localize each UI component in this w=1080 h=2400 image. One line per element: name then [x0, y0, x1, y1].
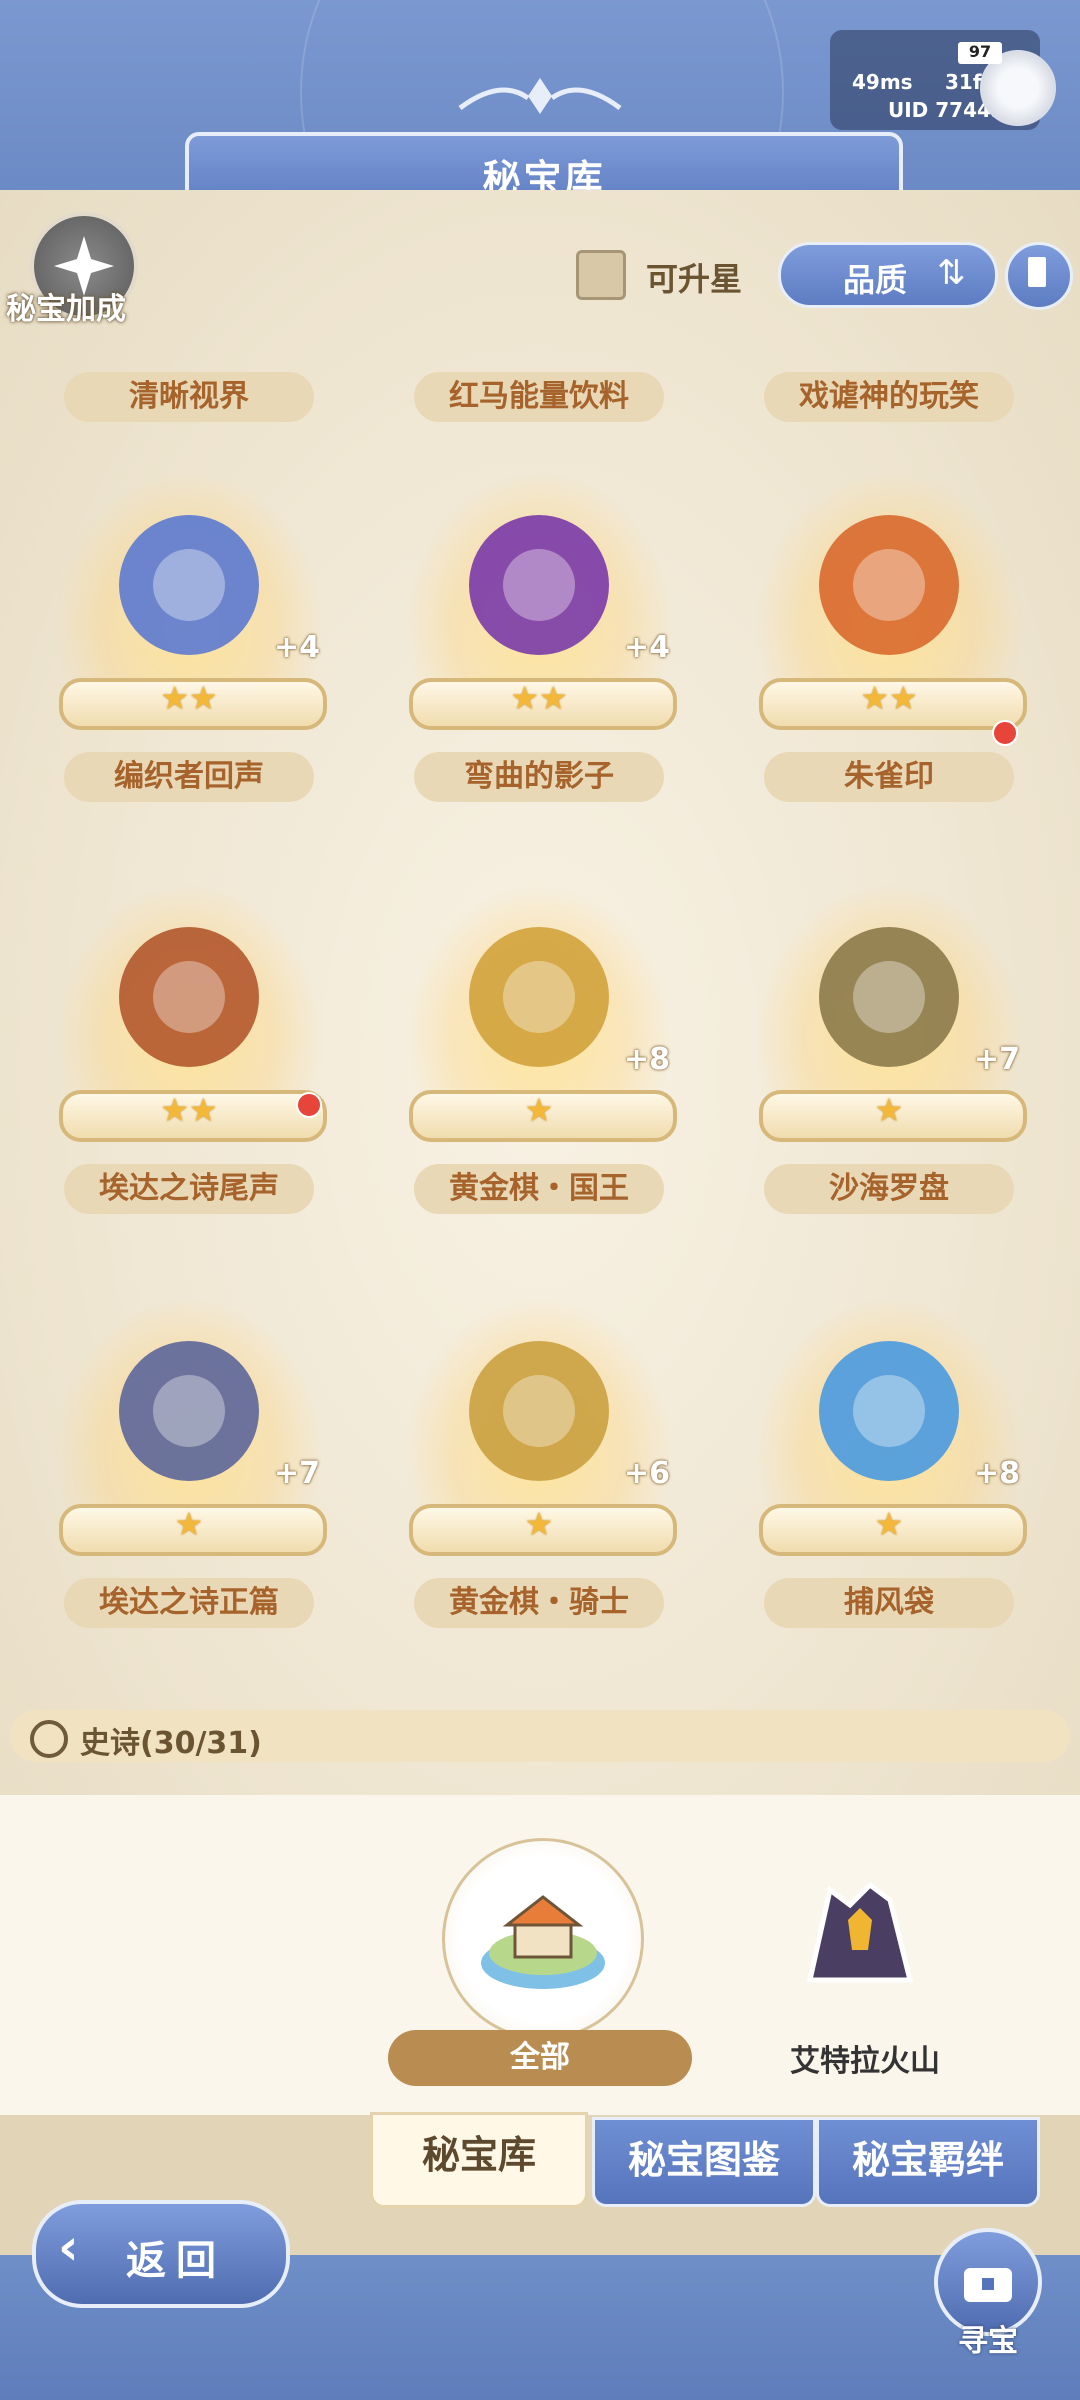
treasure-art-icon: [469, 515, 609, 655]
treasure-art-icon: [119, 515, 259, 655]
sort-quality-button[interactable]: 品质 ⇅: [778, 242, 998, 308]
treasure-art-icon: [119, 1341, 259, 1481]
upgradable-label: 可升星: [646, 260, 743, 298]
star-rating: ★★: [860, 679, 918, 717]
item-name: 黄金棋・骑士: [414, 1578, 664, 1628]
star-rating: ★: [874, 1505, 904, 1543]
treasure-art-icon: [469, 927, 609, 1067]
item-name: 黄金棋・国王: [414, 1164, 664, 1214]
treasure-art-icon: [119, 927, 259, 1067]
tab-vault[interactable]: 秘宝库: [370, 2112, 588, 2208]
tab-codex[interactable]: 秘宝图鉴: [592, 2117, 816, 2207]
crown-ornament-icon: [458, 78, 622, 114]
treasure-art-icon: [469, 1341, 609, 1481]
swirl-icon: [30, 1720, 68, 1758]
notification-dot: [992, 720, 1018, 746]
treasure-art-icon: [819, 515, 959, 655]
volcano-region-button[interactable]: [790, 1860, 930, 2000]
codex-book-button[interactable]: [1005, 242, 1073, 310]
region-volcano-label: 艾特拉火山: [790, 2044, 940, 2079]
level-badge: +6: [623, 1456, 670, 1491]
sort-label: 品质: [843, 261, 908, 299]
treasure-art-icon: [819, 1341, 959, 1481]
star-rating: ★: [874, 1091, 904, 1129]
level-badge: +7: [273, 1456, 320, 1491]
vault-bonus-label: 秘宝加成: [6, 292, 126, 327]
epic-section-header: 史诗(30/31): [10, 1710, 1070, 1762]
tab-bond[interactable]: 秘宝羁绊: [816, 2117, 1040, 2207]
star-rating: ★★: [510, 679, 568, 717]
item-name: 沙海罗盘: [764, 1164, 1014, 1214]
level-badge: +8: [973, 1456, 1020, 1491]
region-all-label: 全部: [388, 2030, 692, 2086]
star-rating: ★: [524, 1505, 554, 1543]
treasure-hunt-label: 寻宝: [958, 2324, 1018, 2359]
item-name: 埃达之诗尾声: [64, 1164, 314, 1214]
ping-readout: 49ms: [852, 70, 913, 94]
back-arrow-icon: ‹: [58, 2218, 79, 2276]
house-island-icon: [481, 1895, 605, 1989]
item-name: 埃达之诗正篇: [64, 1578, 314, 1628]
item-name: 朱雀印: [764, 752, 1014, 802]
level-badge: +4: [623, 630, 670, 665]
item-name: 捕风袋: [764, 1578, 1014, 1628]
notification-dot: [296, 1092, 322, 1118]
region-all-button[interactable]: [442, 1838, 644, 2040]
level-badge: +4: [273, 630, 320, 665]
book-icon: [1028, 257, 1046, 287]
treasure-art-icon: [819, 927, 959, 1067]
item-name: 戏谑神的玩笑: [764, 372, 1014, 422]
item-name: 红马能量饮料: [414, 372, 664, 422]
star-rating: ★★: [160, 679, 218, 717]
epic-count-label: 史诗(30/31): [80, 1726, 262, 1761]
star-rating: ★: [524, 1091, 554, 1129]
level-badge: +8: [623, 1042, 670, 1077]
item-name: 弯曲的影子: [414, 752, 664, 802]
item-name: 清晰视界: [64, 372, 314, 422]
back-button[interactable]: ‹ 返回: [32, 2200, 290, 2308]
level-badge: +7: [973, 1042, 1020, 1077]
upgradable-checkbox[interactable]: [576, 250, 626, 300]
battery-readout: 97: [958, 42, 1002, 64]
back-label: 返回: [126, 2238, 226, 2284]
sort-arrows-icon: ⇅: [937, 253, 966, 293]
star-rating: ★★: [160, 1091, 218, 1129]
star-rating: ★: [174, 1505, 204, 1543]
item-name: 编织者回声: [64, 752, 314, 802]
status-overlay: 49ms 31fps UID 774439 97: [830, 30, 1056, 130]
